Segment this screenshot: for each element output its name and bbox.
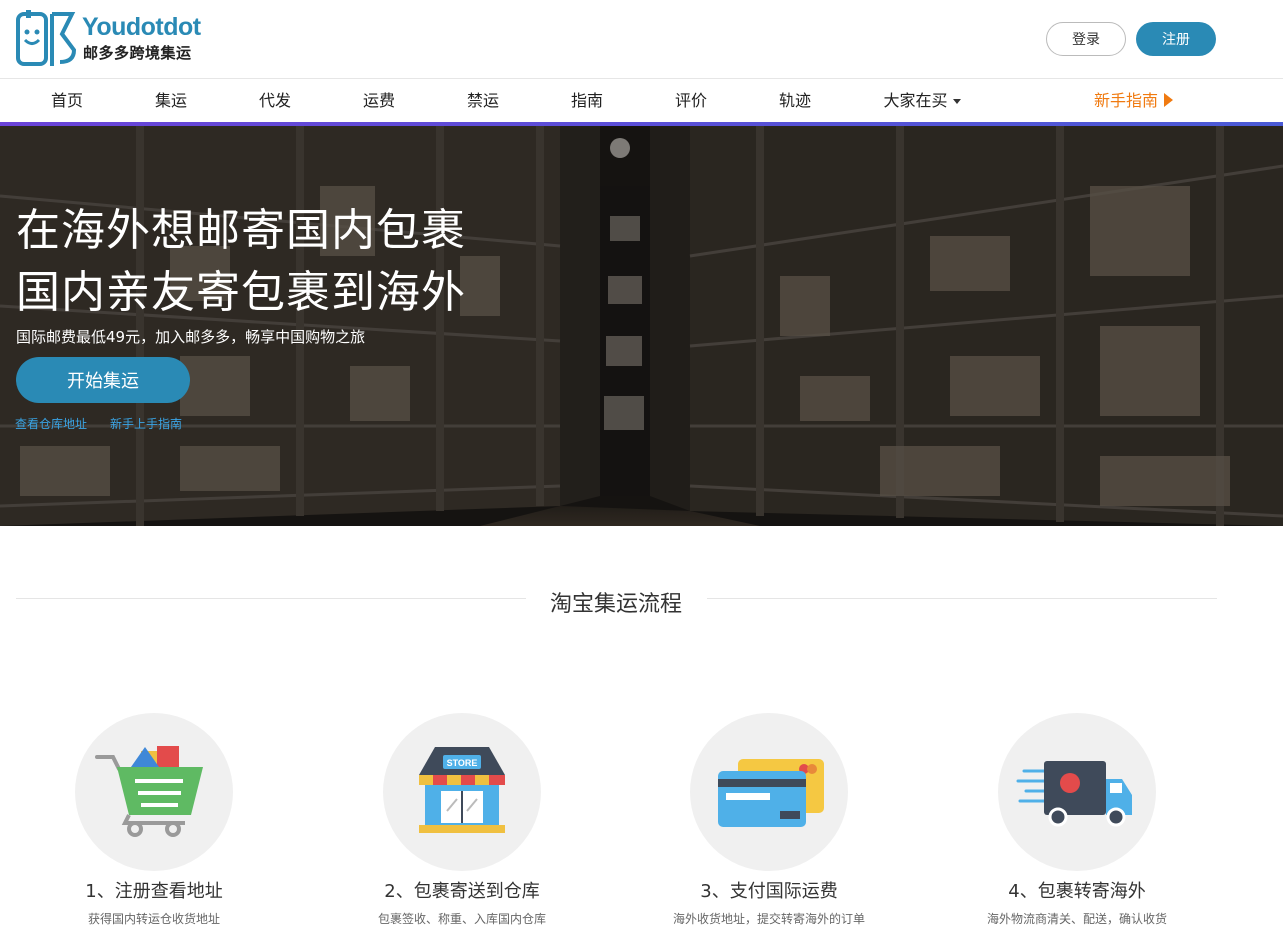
nav-item-prohibited[interactable]: 禁运 [431, 79, 535, 123]
nav-item-reviews[interactable]: 评价 [639, 79, 743, 123]
logo-icon [16, 10, 77, 66]
warehouse-address-link[interactable]: 查看仓库地址 [15, 415, 87, 432]
nav-item-popular-label: 大家在买 [883, 91, 948, 110]
nav-beginner-guide-label: 新手指南 [1094, 91, 1159, 110]
step-title: 2、包裹寄送到仓库 [384, 881, 540, 902]
caret-down-icon [952, 99, 961, 104]
delivery-truck-icon [1016, 761, 1132, 827]
nav-item-guide[interactable]: 指南 [535, 79, 639, 123]
site-header: Youdotdot 邮多多跨境集运 登录 注册 [0, 0, 1283, 78]
process-step: 1、注册查看地址 获得国内转运仓收货地址 [4, 713, 304, 927]
process-step: 4、包裹转寄海外 海外物流商清关、配送，确认收货 [927, 713, 1227, 927]
start-consolidation-button[interactable]: 开始集运 [16, 357, 190, 403]
shopping-cart-icon [95, 746, 203, 837]
hero-title-line2: 国内亲友寄包裹到海外 [16, 267, 466, 318]
step-icon-circle [998, 713, 1156, 871]
credit-card-icon [718, 759, 824, 827]
nav-item-tracking[interactable]: 轨迹 [743, 79, 847, 123]
logo-wordmark: Youdotdot [82, 13, 201, 41]
logo-tagline: 邮多多跨境集运 [83, 44, 192, 62]
hero-subtitle: 国际邮费最低49元，加入邮多多，畅享中国购物之旅 [16, 328, 366, 346]
step-icon-circle [690, 713, 848, 871]
nav-item-home[interactable]: 首页 [15, 79, 119, 123]
beginner-guide-link[interactable]: 新手上手指南 [110, 415, 182, 432]
step-title: 1、注册查看地址 [85, 881, 223, 902]
process-step: 3、支付国际运费 海外收货地址，提交转寄海外的订单 [619, 713, 919, 927]
login-button[interactable]: 登录 [1046, 22, 1126, 56]
step-description: 海外收货地址，提交转寄海外的订单 [672, 912, 865, 926]
register-button[interactable]: 注册 [1136, 22, 1216, 56]
process-step: STORE 2、包裹寄送到仓库 包裹签收、称重、入库国内仓库 [312, 713, 612, 927]
section-divider-right [707, 598, 1217, 599]
step-icon-circle: STORE [383, 713, 541, 871]
step-description: 包裹签收、称重、入库国内仓库 [377, 912, 546, 926]
nav-item-consolidation[interactable]: 集运 [119, 79, 223, 123]
nav-beginner-guide[interactable]: 新手指南 [1094, 79, 1174, 123]
hero-title-line1: 在海外想邮寄国内包裹 [16, 205, 466, 256]
nav-item-shipping-fee[interactable]: 运费 [327, 79, 431, 123]
step-description: 海外物流商清关、配送，确认收货 [986, 912, 1167, 926]
triangle-right-icon [1164, 93, 1174, 107]
section-divider-left [16, 598, 526, 599]
main-nav: 首页 集运 代发 运费 禁运 指南 评价 轨迹 大家在买 新手指南 [0, 78, 1283, 122]
step-description: 获得国内转运仓收货地址 [87, 912, 220, 926]
hero-banner: 在海外想邮寄国内包裹 国内亲友寄包裹到海外 国际邮费最低49元，加入邮多多，畅享… [0, 126, 1283, 526]
step-title: 3、支付国际运费 [700, 881, 838, 902]
store-icon: STORE [419, 747, 505, 833]
nav-item-popular-dropdown[interactable]: 大家在买 [862, 79, 982, 123]
process-section-title: 淘宝集运流程 [549, 592, 682, 617]
svg-text:STORE: STORE [447, 758, 478, 768]
step-title: 4、包裹转寄海外 [1008, 881, 1146, 902]
step-icon-circle [75, 713, 233, 871]
site-logo[interactable]: Youdotdot 邮多多跨境集运 [16, 10, 206, 68]
nav-item-dropship[interactable]: 代发 [223, 79, 327, 123]
